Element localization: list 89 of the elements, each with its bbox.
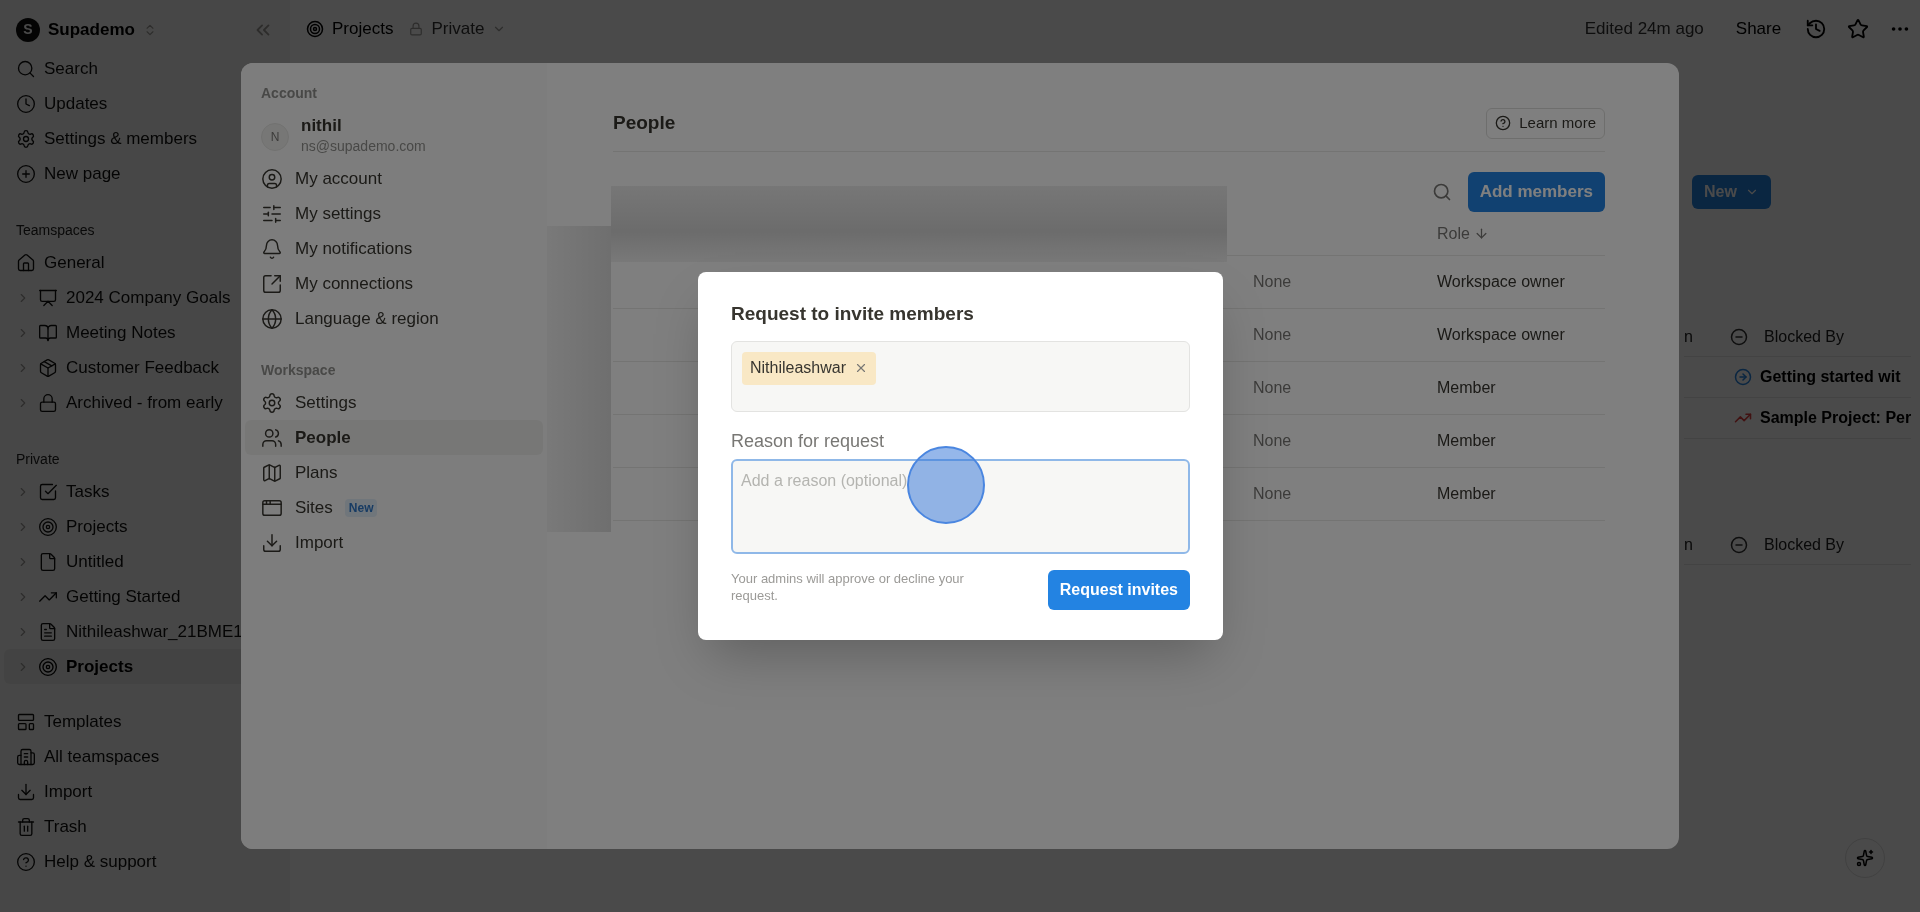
section-label: Private bbox=[16, 449, 60, 469]
table-cell-text: None bbox=[1253, 431, 1293, 451]
box-icon bbox=[38, 357, 58, 378]
sort-arrow-icon[interactable] bbox=[1473, 226, 1489, 241]
field-label: Reason for request bbox=[731, 429, 886, 453]
column-header: n bbox=[1684, 326, 1694, 347]
table-cell[interactable]: Getting started wit bbox=[1760, 365, 1901, 389]
table-cell-text: Member bbox=[1437, 431, 1496, 451]
privacy-label[interactable]: Private bbox=[431, 15, 485, 42]
new-badge: New bbox=[344, 498, 378, 517]
search-icon[interactable] bbox=[1431, 182, 1452, 202]
column-header: Blocked By bbox=[1764, 326, 1845, 347]
checkbox-icon bbox=[38, 481, 58, 502]
external-link-icon bbox=[261, 272, 283, 295]
breadcrumb-link[interactable]: Projects bbox=[332, 15, 394, 42]
home-icon bbox=[16, 252, 36, 273]
help-icon bbox=[1495, 115, 1512, 131]
clock-icon bbox=[16, 93, 36, 114]
dialog-title: Request to invite members bbox=[731, 302, 975, 326]
arrow-circle-icon bbox=[1734, 368, 1752, 386]
approval-note: Your admins will approve or decline your request. bbox=[731, 569, 965, 604]
target-icon bbox=[38, 656, 58, 677]
table-cell-text: None bbox=[1253, 484, 1293, 504]
presentation-icon bbox=[38, 287, 58, 308]
people-icon bbox=[261, 426, 283, 449]
sparkle-icon bbox=[1856, 849, 1874, 867]
search-icon bbox=[16, 58, 36, 79]
table-cell[interactable]: Sample Project: Per bbox=[1760, 406, 1912, 430]
column-header: Blocked By bbox=[1764, 534, 1845, 555]
user-circle-icon bbox=[261, 167, 283, 190]
notebook-icon bbox=[38, 322, 58, 343]
settings-nav-item[interactable]: My settings bbox=[245, 196, 543, 231]
request-invites-button[interactable]: Request invites bbox=[1047, 569, 1190, 610]
globe-icon bbox=[261, 307, 283, 330]
building-icon bbox=[16, 746, 36, 767]
share-button[interactable]: Share bbox=[1727, 15, 1790, 42]
blocked-icon bbox=[1730, 535, 1748, 554]
workspace-logo: S bbox=[16, 17, 40, 42]
section-label: Teamspaces bbox=[16, 220, 95, 240]
history-icon[interactable] bbox=[1805, 17, 1828, 40]
template-icon bbox=[16, 711, 36, 732]
settings-icon bbox=[261, 391, 283, 414]
sidebar-item[interactable]: Templates bbox=[4, 704, 286, 739]
lock-icon bbox=[38, 392, 58, 413]
table-cell-text: Member bbox=[1437, 378, 1496, 398]
star-icon[interactable] bbox=[1847, 17, 1870, 40]
sliders-icon bbox=[261, 202, 283, 225]
sidebar-item[interactable]: Trash bbox=[4, 809, 286, 844]
sidebar-item[interactable]: Search bbox=[4, 51, 286, 86]
assistant-button[interactable] bbox=[1845, 838, 1885, 878]
table-cell-text: Workspace owner bbox=[1437, 325, 1565, 345]
map-icon bbox=[261, 461, 283, 484]
user-name: nithil bbox=[301, 116, 343, 136]
download-icon bbox=[16, 781, 36, 802]
sidebar-item[interactable]: Getting Started bbox=[4, 579, 286, 614]
table-cell-text: Member bbox=[1437, 484, 1496, 504]
sidebar-item[interactable]: Help & support bbox=[4, 844, 286, 879]
plus-circle-icon bbox=[16, 163, 36, 184]
download-icon bbox=[261, 531, 283, 554]
blocked-icon bbox=[1730, 327, 1748, 346]
new-button[interactable]: New bbox=[1692, 175, 1771, 209]
edited-time: Edited 24m ago bbox=[1584, 17, 1704, 40]
reason-field[interactable]: Add a reason (optional) bbox=[731, 458, 1190, 554]
document-icon bbox=[38, 621, 58, 642]
page-icon bbox=[38, 551, 58, 572]
settings-nav-item[interactable]: People bbox=[245, 420, 543, 455]
invitee-chip[interactable]: Nithileashwar bbox=[742, 351, 877, 385]
table-cell-text: None bbox=[1253, 325, 1293, 345]
table-cell-text: Workspace owner bbox=[1437, 272, 1565, 292]
target-icon bbox=[306, 19, 324, 38]
learn-more-button[interactable]: Learn more bbox=[1486, 107, 1605, 139]
page-title: People bbox=[613, 110, 676, 135]
lock-icon bbox=[409, 21, 424, 36]
column-header[interactable]: Role bbox=[1437, 221, 1470, 246]
workspace-name[interactable]: Supademo bbox=[48, 16, 135, 43]
sidebar-item[interactable]: Import bbox=[4, 774, 286, 809]
invitee-field[interactable]: Nithileashwar bbox=[731, 340, 1190, 412]
sidebar-item[interactable]: All teamspaces bbox=[4, 739, 286, 774]
add-members-button[interactable]: Add members bbox=[1467, 172, 1605, 212]
settings-icon bbox=[16, 128, 36, 149]
help-icon bbox=[16, 851, 36, 872]
sidebar-item[interactable]: Nithileashwar_21BME1 bbox=[4, 614, 286, 649]
table-cell-text: None bbox=[1253, 378, 1293, 398]
avatar: N bbox=[261, 122, 289, 151]
target-icon bbox=[38, 516, 58, 537]
bell-icon bbox=[261, 237, 283, 260]
trash-icon bbox=[16, 816, 36, 837]
column-header: n bbox=[1684, 534, 1694, 555]
table-cell-text: None bbox=[1253, 272, 1293, 292]
